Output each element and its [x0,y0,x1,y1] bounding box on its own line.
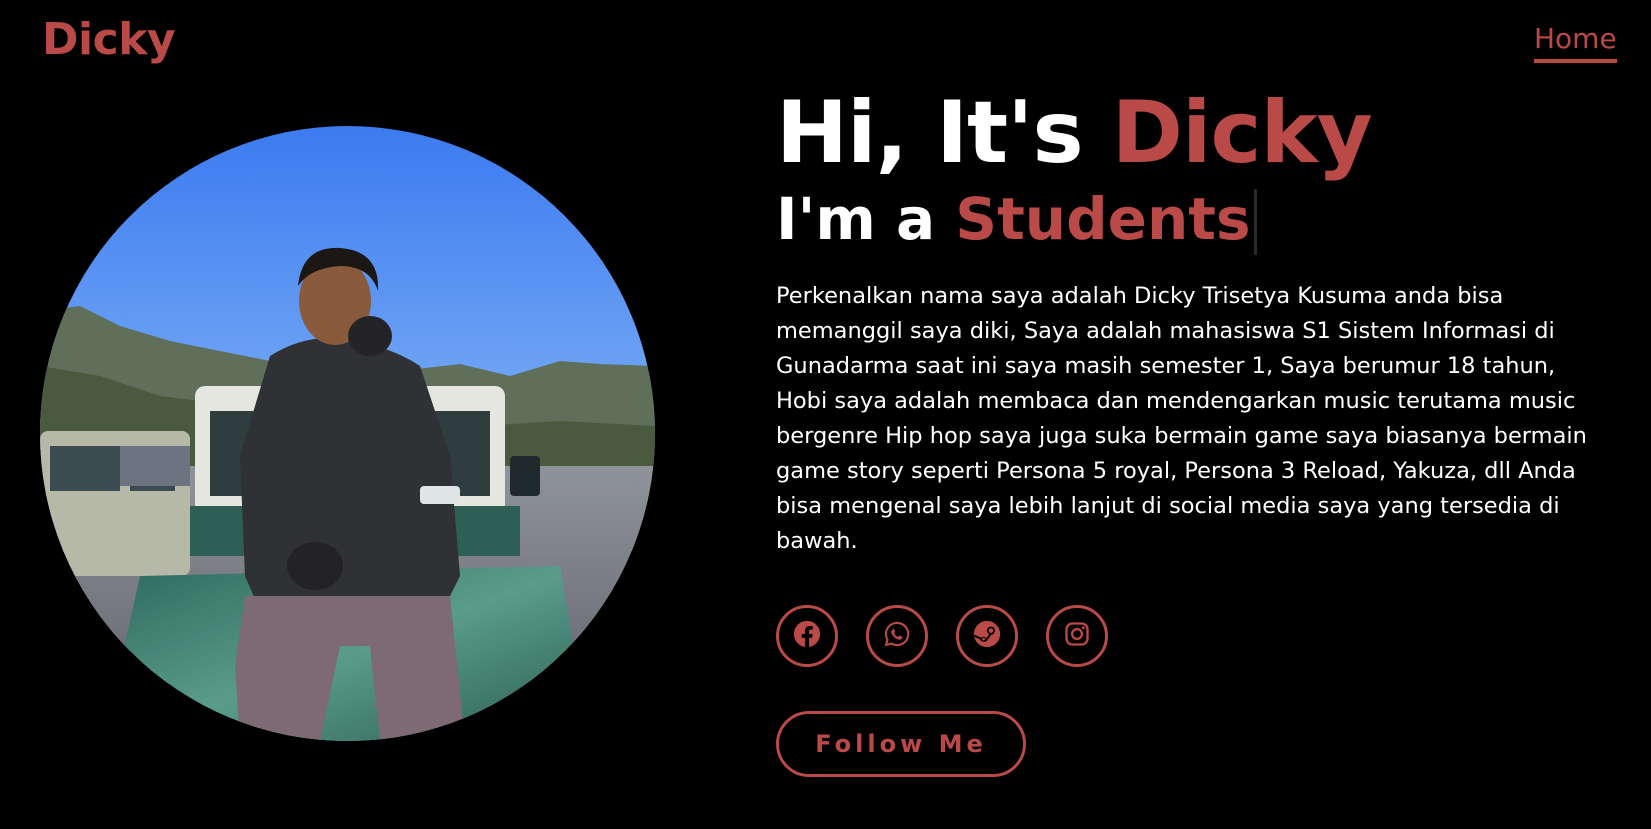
hero-title-prefix: Hi, It's [776,83,1112,183]
instagram-link[interactable] [1046,605,1108,668]
profile-photo [40,126,655,741]
whatsapp-link[interactable] [866,605,928,668]
steam-link[interactable] [956,605,1018,668]
facebook-icon [792,619,822,653]
page: Dicky Home Hi, It's Dicky I'm a Students… [0,0,1651,829]
site-logo[interactable]: Dicky [42,14,176,65]
social-links [776,605,1616,668]
typing-cursor [1254,189,1258,256]
hero-subtitle-role: Students [955,184,1251,253]
hero-title: Hi, It's Dicky [776,86,1616,181]
hero-subtitle: I'm a Students [776,185,1616,256]
nav-link-home[interactable]: Home [1534,23,1617,63]
hero-content: Hi, It's Dicky I'm a Students Perkenalka… [776,86,1616,778]
bio-text: Perkenalkan nama saya adalah Dicky Trise… [776,283,1587,555]
facebook-link[interactable] [776,605,838,668]
hero-title-name: Dicky [1111,83,1373,183]
follow-me-button[interactable]: Follow Me [776,711,1026,778]
whatsapp-icon [883,620,911,652]
hero-subtitle-prefix: I'm a [776,184,956,253]
instagram-icon [1063,620,1091,652]
steam-icon [972,619,1002,653]
